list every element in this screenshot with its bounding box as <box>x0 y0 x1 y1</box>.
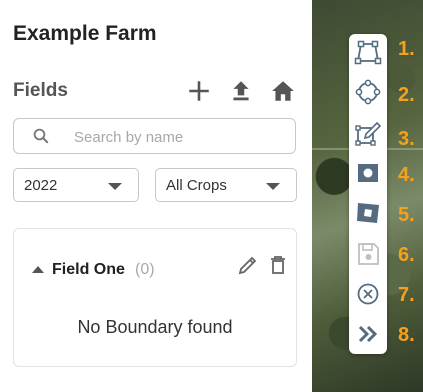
hole-shape-icon[interactable] <box>354 158 382 186</box>
chevron-down-icon <box>266 183 280 190</box>
rotate-shape-icon[interactable] <box>354 198 382 226</box>
tool-number-8: 8. <box>398 324 415 346</box>
field-card: Field One (0) No Boundary found <box>13 228 297 367</box>
draw-circle-icon[interactable] <box>354 78 382 106</box>
tool-number-4: 4. <box>398 164 415 186</box>
crop-select-value: All Crops <box>166 177 227 194</box>
year-select[interactable]: 2022 <box>13 168 139 202</box>
sidebar: Example Farm Fields 2022 All Crops Field… <box>0 0 312 392</box>
edit-shape-icon[interactable] <box>354 120 382 148</box>
year-select-value: 2022 <box>24 177 58 194</box>
tool-number-1: 1. <box>398 38 415 60</box>
crop-select[interactable]: All Crops <box>155 168 297 202</box>
tool-number-3: 3. <box>398 128 415 150</box>
collapse-icon[interactable] <box>354 320 382 348</box>
upload-icon[interactable] <box>228 78 254 104</box>
draw-polygon-icon[interactable] <box>354 38 382 66</box>
tool-number-2: 2. <box>398 84 415 106</box>
plus-icon[interactable] <box>186 78 212 104</box>
page-title: Example Farm <box>13 22 157 45</box>
cancel-icon[interactable] <box>354 280 382 308</box>
pencil-icon[interactable] <box>236 253 260 277</box>
empty-message: No Boundary found <box>77 317 233 337</box>
field-name: Field One <box>52 261 125 278</box>
trash-icon[interactable] <box>266 253 290 277</box>
search-input[interactable] <box>72 126 286 148</box>
tool-number-5: 5. <box>398 204 415 226</box>
home-icon[interactable] <box>270 78 296 104</box>
chevron-down-icon <box>108 183 122 190</box>
save-icon[interactable] <box>354 240 382 268</box>
field-count: (0) <box>135 261 155 278</box>
search-icon <box>33 128 49 144</box>
fields-heading: Fields <box>13 80 68 101</box>
collapse-caret-icon[interactable] <box>32 266 44 273</box>
search-field <box>13 118 296 154</box>
tool-number-7: 7. <box>398 284 415 306</box>
tool-number-6: 6. <box>398 244 415 266</box>
drawing-toolbar <box>349 34 387 354</box>
